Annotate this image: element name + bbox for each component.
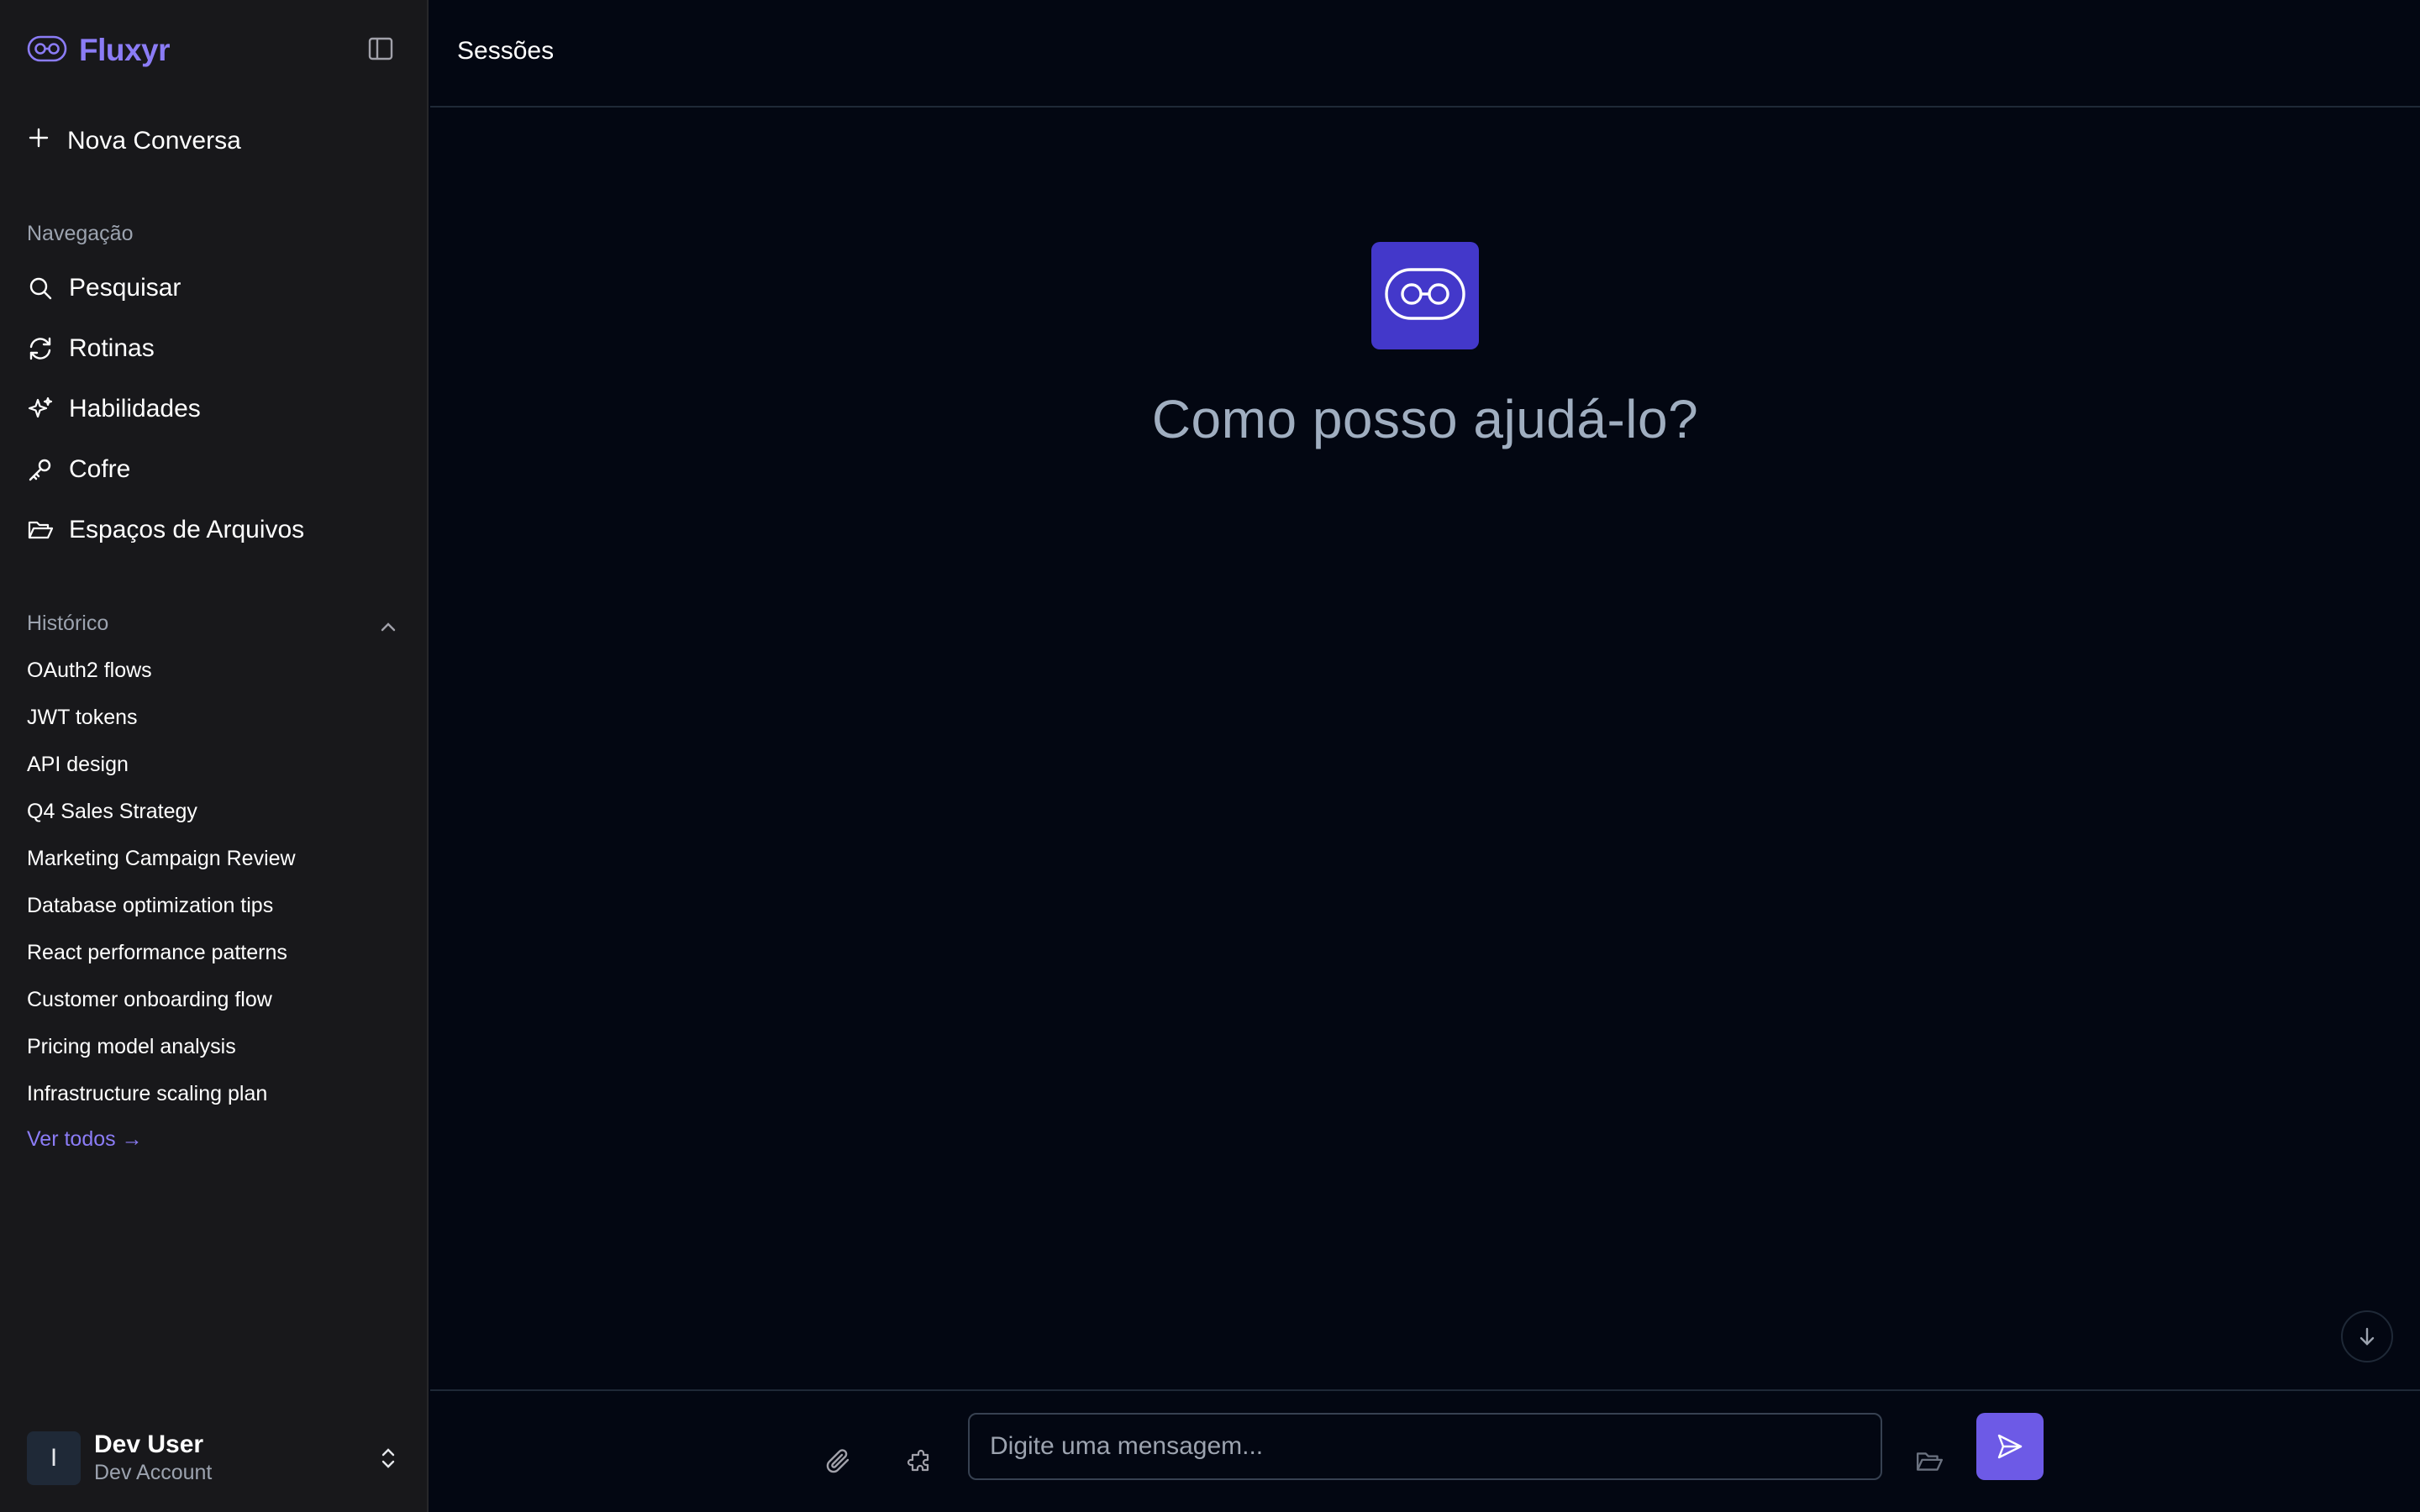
nav-item-label: Pesquisar [69,274,182,302]
plugins-button[interactable] [901,1443,938,1480]
user-menu[interactable]: I Dev User Dev Account [27,1430,402,1487]
page-title: Sessões [457,37,555,65]
logo-icon [1383,265,1467,328]
see-all-link[interactable]: Ver todos → [27,1127,143,1152]
nav-item-vault[interactable]: Cofre [27,449,130,491]
app-window: Fluxyr Nova Conversa Navegação Pesquisar… [0,0,2420,1512]
brand[interactable]: Fluxyr [27,30,171,71]
folder-open-icon [28,521,54,539]
chevron-up-icon [381,622,396,632]
nav-item-label: Espaços de Arquivos [69,516,305,543]
sidebar: Fluxyr Nova Conversa Navegação Pesquisar… [0,0,429,1512]
history-item[interactable]: Marketing Campaign Review [27,847,296,871]
chevrons-up-down-icon [375,1443,402,1473]
history-item[interactable]: Customer onboarding flow [27,988,272,1012]
assistant-logo [1371,242,1479,349]
folder-open-icon [1917,1452,1944,1471]
user-account: Dev Account [94,1461,213,1484]
history-heading: Histórico [27,612,109,635]
paperclip-icon [826,1449,850,1473]
nav-item-label: Habilidades [69,395,201,423]
message-input[interactable] [968,1413,1882,1480]
plus-icon [27,126,50,156]
nav-item-label: Cofre [69,455,131,483]
logo-icon [27,34,67,67]
scroll-down-button[interactable] [2341,1310,2393,1362]
history-item[interactable]: Database optimization tips [27,894,273,918]
history-collapse-button[interactable] [375,613,402,640]
greeting-heading: Como posso ajudá-lo? [1151,389,1699,449]
file-space-button[interactable] [1911,1443,1948,1480]
composer [430,1389,2420,1512]
history-item[interactable]: React performance patterns [27,941,287,965]
history-item[interactable]: Infrastructure scaling plan [27,1082,267,1106]
nav-item-routines[interactable]: Rotinas [27,328,155,370]
new-chat-label: Nova Conversa [67,127,241,155]
puzzle-icon [907,1449,929,1472]
sidebar-toggle-button[interactable] [365,35,397,66]
arrow-down-icon [2360,1327,2375,1346]
history-item[interactable]: OAuth2 flows [27,659,152,683]
nav-item-file-spaces[interactable]: Espaços de Arquivos [27,509,304,551]
nav-item-skills[interactable]: Habilidades [27,388,201,430]
nav-item-search[interactable]: Pesquisar [27,267,181,309]
new-chat-button[interactable]: Nova Conversa [27,121,241,161]
refresh-icon [29,337,51,360]
history-item[interactable]: Q4 Sales Strategy [27,800,197,824]
attach-button[interactable] [820,1443,857,1480]
send-button[interactable] [1976,1413,2044,1480]
panel-left-icon [368,37,393,65]
nav-item-label: Rotinas [69,334,155,362]
key-icon [29,459,51,481]
send-icon [1997,1434,2023,1459]
navigation-heading: Navegação [27,222,134,245]
sparkles-icon [28,396,53,418]
topbar: Sessões [430,0,2420,108]
history-item[interactable]: JWT tokens [27,706,138,730]
avatar: I [27,1431,81,1485]
brand-name: Fluxyr [79,33,171,67]
search-icon [29,277,52,300]
history-item[interactable]: Pricing model analysis [27,1035,236,1059]
user-name: Dev User [94,1431,204,1458]
main-panel: Sessões Como posso ajudá-lo? [430,0,2420,1512]
history-item[interactable]: API design [27,753,129,777]
